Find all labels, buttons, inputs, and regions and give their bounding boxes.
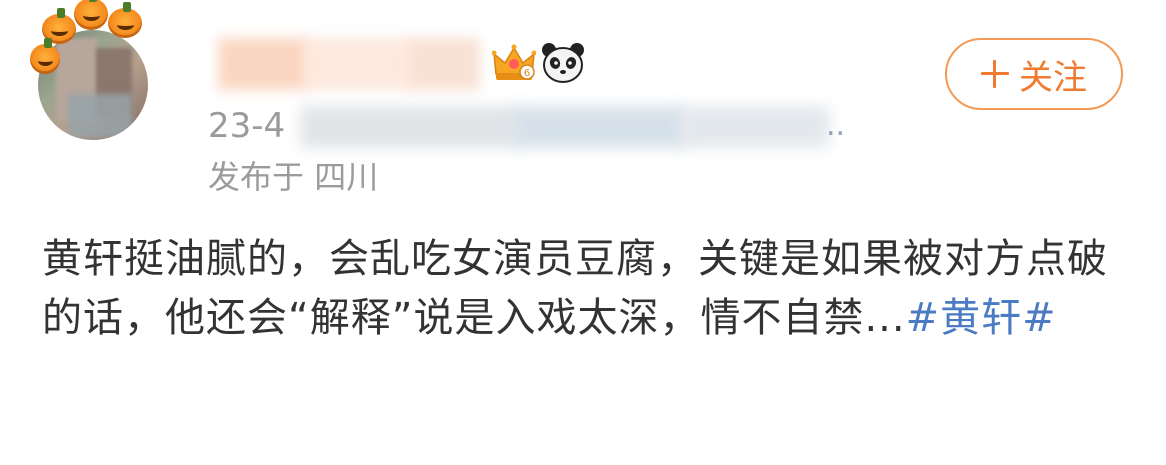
svg-text:6: 6	[524, 68, 530, 79]
avatar-wrapper[interactable]	[28, 0, 178, 150]
meta-blur	[300, 106, 520, 148]
pumpkin-icon	[30, 38, 60, 74]
pumpkin-icon	[108, 2, 142, 38]
location-value: 四川	[314, 158, 379, 196]
username-blur	[410, 38, 480, 90]
post-location: 发布于 四川	[208, 155, 378, 199]
avatar-blur-mosaic	[68, 94, 132, 138]
username-blur	[218, 38, 308, 90]
weibo-post: 6 关注 23-4 .. 发布于 四川 黄轩挺油腻的，会乱吃女演员豆腐，关键是如…	[0, 0, 1166, 465]
meta-blur	[680, 106, 830, 148]
crown-vip-icon[interactable]: 6	[492, 44, 536, 84]
topic-link[interactable]: #黄轩#	[906, 295, 1057, 341]
follow-button[interactable]: 关注	[945, 38, 1123, 110]
plus-icon	[981, 60, 1009, 88]
location-prefix: 发布于	[208, 158, 305, 196]
post-content: 黄轩挺油腻的，会乱吃女演员豆腐，关键是如果被对方点破的话，他还会“解释”说是入戏…	[42, 230, 1132, 348]
meta-blur	[515, 106, 685, 148]
username-blur	[305, 38, 415, 90]
pumpkin-icon	[74, 0, 108, 30]
panda-icon	[542, 43, 584, 83]
follow-button-label: 关注	[1019, 57, 1087, 98]
post-time-suffix: ..	[826, 108, 846, 143]
